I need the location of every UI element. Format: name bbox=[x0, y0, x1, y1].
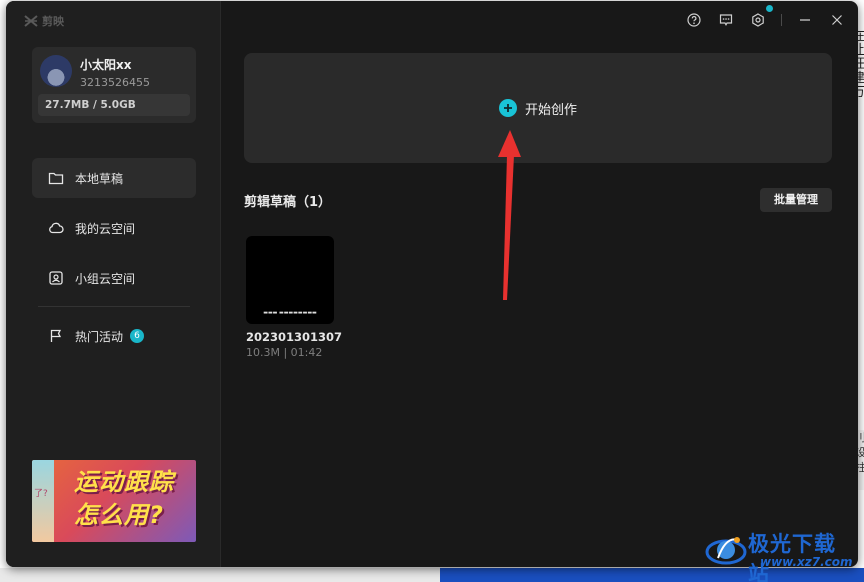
nav-item-label: 本地草稿 bbox=[75, 171, 124, 186]
nav-item-label: 我的云空间 bbox=[75, 221, 136, 236]
storage-usage: 27.7MB / 5.0GB bbox=[38, 94, 190, 116]
user-card[interactable]: 小太阳xx 3213526455 27.7MB / 5.0GB bbox=[32, 47, 196, 123]
minimize-button[interactable] bbox=[796, 11, 814, 29]
group-cloud-icon bbox=[49, 271, 63, 285]
help-button[interactable] bbox=[685, 11, 703, 29]
thumbnail-caption: ▬▬▬ ▬▬▬▬▬▬▬▬ bbox=[263, 310, 317, 316]
user-name: 小太阳xx bbox=[80, 58, 132, 72]
user-id: 3213526455 bbox=[80, 76, 150, 89]
desktop-strip bbox=[0, 568, 440, 582]
settings-button[interactable] bbox=[749, 5, 773, 29]
banner-line-1: 运动跟踪 bbox=[74, 468, 174, 496]
app-logo: 剪映 bbox=[24, 13, 64, 29]
app-logo-icon bbox=[24, 15, 38, 27]
annotation-arrow-icon bbox=[498, 130, 521, 300]
feedback-icon bbox=[719, 14, 733, 27]
draft-name: 202301301307 bbox=[246, 330, 343, 344]
banner-text: 运动跟踪 怎么用? bbox=[74, 466, 174, 532]
nav-item-my-cloud[interactable]: 我的云空间 bbox=[32, 208, 196, 248]
sidebar: 剪映 小太阳xx 3213526455 27.7MB / 5.0GB 本地草稿 … bbox=[6, 1, 221, 567]
site-watermark: 极光下载站 www.xz7.com bbox=[704, 524, 856, 582]
nav-item-group-cloud[interactable]: 小组云空间 bbox=[32, 258, 196, 298]
watermark-logo-icon bbox=[705, 537, 747, 565]
draft-thumbnail[interactable]: ▬▬▬ ▬▬▬▬▬▬▬▬ bbox=[246, 236, 334, 324]
start-creating-label: 开始创作 bbox=[524, 102, 577, 118]
watermark-url: www.xz7.com bbox=[760, 555, 853, 569]
toolbar-separator bbox=[781, 14, 782, 26]
gear-icon bbox=[752, 13, 764, 27]
sidebar-divider bbox=[38, 306, 190, 307]
help-icon bbox=[687, 13, 701, 27]
nav-item-label: 小组云空间 bbox=[75, 271, 136, 286]
banner-decoration: 了? bbox=[32, 460, 54, 542]
app-window: 剪映 小太阳xx 3213526455 27.7MB / 5.0GB 本地草稿 … bbox=[6, 1, 858, 567]
close-icon bbox=[832, 15, 842, 25]
app-name: 剪映 bbox=[42, 15, 64, 28]
close-button[interactable] bbox=[828, 11, 846, 29]
avatar[interactable] bbox=[40, 55, 72, 87]
start-creating-button[interactable]: 开始创作 bbox=[244, 53, 832, 163]
update-dot bbox=[766, 5, 773, 12]
draft-meta: 10.3M | 01:42 bbox=[246, 346, 323, 359]
nav-item-label: 热门活动 bbox=[75, 329, 124, 344]
banner-line-2: 怎么用? bbox=[74, 501, 164, 529]
nav-item-local-drafts[interactable]: 本地草稿 bbox=[32, 158, 196, 198]
folder-icon bbox=[48, 172, 64, 185]
minimize-icon bbox=[800, 19, 810, 21]
plus-icon bbox=[498, 99, 517, 117]
cloud-icon bbox=[49, 222, 64, 234]
drafts-section-title: 剪辑草稿（1） bbox=[244, 195, 332, 210]
notification-badge: 6 bbox=[130, 329, 145, 343]
nav-item-hot-events[interactable]: 热门活动 6 bbox=[32, 316, 196, 356]
feedback-button[interactable] bbox=[717, 11, 735, 29]
title-bar-controls bbox=[685, 5, 846, 31]
batch-manage-button[interactable]: 批量管理 bbox=[760, 188, 832, 212]
promo-banner[interactable]: 了? 运动跟踪 怎么用? bbox=[32, 460, 196, 542]
flag-icon bbox=[50, 329, 62, 342]
draft-item[interactable]: ▬▬▬ ▬▬▬▬▬▬▬▬ 202301301307 10.3M | 01:42 bbox=[246, 236, 343, 359]
